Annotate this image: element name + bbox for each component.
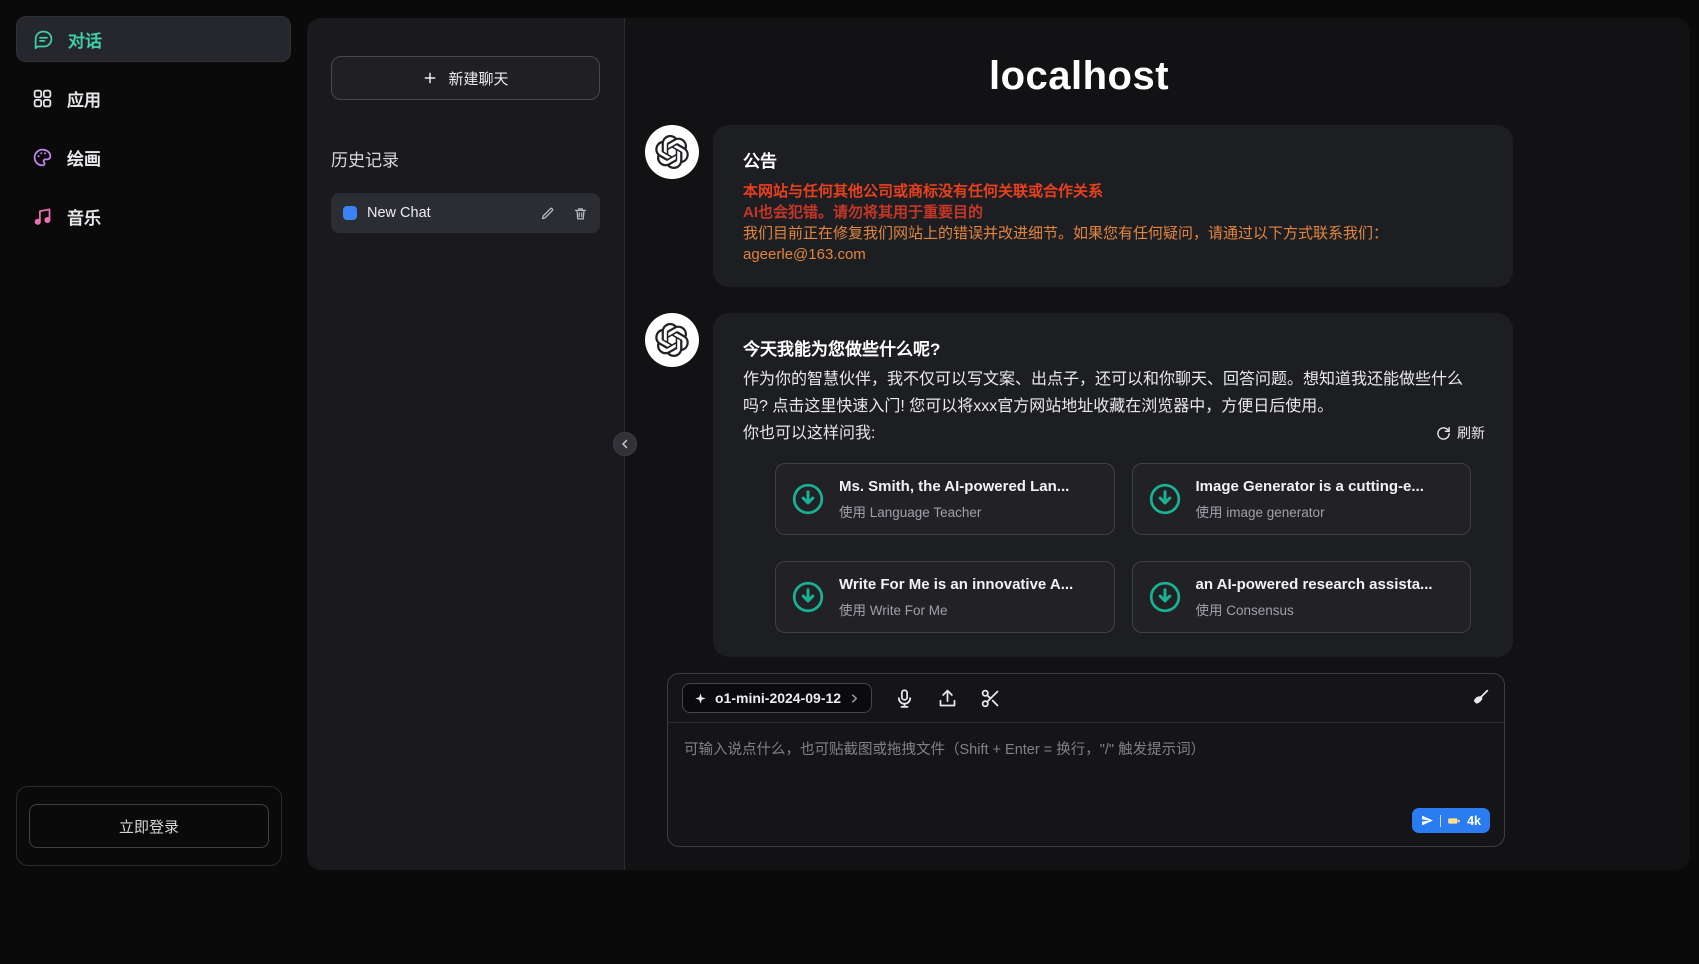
chat-color-chip (343, 206, 357, 220)
chat-history-title: New Chat (367, 205, 530, 221)
welcome-body: 作为你的智慧伙伴，我不仅可以写文案、出点子，还可以和你聊天、回答问题。想知道我还… (743, 366, 1485, 420)
chat-content: localhost 公告 本网站与任何其他公司或商标没有任何关联或合作关系 AI… (645, 54, 1513, 847)
suggestion-card[interactable]: Write For Me is an innovative A... 使用 Wr… (775, 561, 1115, 633)
apps-grid-icon (32, 88, 53, 109)
announcement-line-1: 本网站与任何其他公司或商标没有任何关联或合作关系 (743, 181, 1485, 202)
main-panel: 新建聊天 历史记录 New Chat localhost (307, 18, 1690, 870)
clear-broom-icon[interactable] (1469, 688, 1490, 709)
palette-icon (32, 147, 53, 168)
announcement-heading: 公告 (743, 147, 1485, 172)
send-button[interactable]: 4k (1412, 808, 1490, 833)
page-title: localhost (645, 54, 1513, 99)
composer-panel: o1-mini-2024-09-12 (667, 673, 1505, 847)
history-heading: 历史记录 (331, 146, 600, 171)
ask-hint-text: 你也可以这样问我: (743, 420, 875, 447)
edit-pencil-icon[interactable] (540, 206, 555, 221)
sidebar-item-drawing[interactable]: 绘画 (16, 134, 291, 180)
assistant-avatar (645, 313, 699, 367)
token-battery-icon (1447, 814, 1461, 828)
announcement-message: 公告 本网站与任何其他公司或商标没有任何关联或合作关系 AI也会犯错。请勿将其用… (645, 125, 1513, 287)
suggestion-title: an AI-powered research assista... (1196, 576, 1433, 593)
sidebar-collapse-button[interactable] (613, 432, 637, 456)
send-plane-icon (1421, 814, 1434, 827)
suggestion-grid: Ms. Smith, the AI-powered Lan... 使用 Lang… (775, 463, 1471, 633)
login-button[interactable]: 立即登录 (29, 804, 269, 848)
suggestion-title: Ms. Smith, the AI-powered Lan... (839, 478, 1069, 495)
suggestion-title: Image Generator is a cutting-e... (1196, 478, 1424, 495)
welcome-heading: 今天我能为您做些什么呢? (743, 335, 1485, 360)
sidebar-item-music[interactable]: 音乐 (16, 193, 291, 239)
suggestion-title: Write For Me is an innovative A... (839, 576, 1073, 593)
welcome-card: 今天我能为您做些什么呢? 作为你的智慧伙伴，我不仅可以写文案、出点子，还可以和你… (713, 313, 1513, 657)
chat-input[interactable] (668, 723, 1504, 841)
chevron-left-icon (619, 438, 631, 450)
suggestion-subtitle: 使用 Language Teacher (839, 501, 1069, 521)
welcome-message: 今天我能为您做些什么呢? 作为你的智慧伙伴，我不仅可以写文案、出点子，还可以和你… (645, 313, 1513, 657)
refresh-suggestions-button[interactable]: 刷新 (1436, 420, 1485, 447)
pill-divider (1440, 815, 1442, 827)
refresh-label: 刷新 (1457, 420, 1485, 447)
plus-icon (422, 70, 438, 86)
openai-logo-icon (655, 323, 689, 357)
chat-history-item[interactable]: New Chat (331, 193, 600, 233)
chat-list-panel: 新建聊天 历史记录 New Chat (307, 18, 625, 870)
new-chat-button[interactable]: 新建聊天 (331, 56, 600, 100)
gpt-download-icon (790, 579, 826, 615)
openai-logo-icon (655, 135, 689, 169)
gpt-download-icon (790, 481, 826, 517)
model-selector[interactable]: o1-mini-2024-09-12 (682, 683, 872, 713)
scissors-icon[interactable] (980, 688, 1001, 709)
sidebar-item-label: 绘画 (67, 145, 101, 170)
microphone-icon[interactable] (894, 688, 915, 709)
suggestion-card[interactable]: Ms. Smith, the AI-powered Lan... 使用 Lang… (775, 463, 1115, 535)
refresh-icon (1436, 426, 1451, 441)
announcement-card: 公告 本网站与任何其他公司或商标没有任何关联或合作关系 AI也会犯错。请勿将其用… (713, 125, 1513, 287)
delete-trash-icon[interactable] (573, 206, 588, 221)
chevron-right-icon (849, 693, 860, 704)
suggestion-card[interactable]: Image Generator is a cutting-e... 使用 ima… (1132, 463, 1472, 535)
contact-email-link[interactable]: ageerle@163.com (743, 246, 866, 263)
announcement-line-2: AI也会犯错。请勿将其用于重要目的 (743, 202, 1485, 223)
suggestion-subtitle: 使用 Write For Me (839, 599, 1073, 619)
gpt-download-icon (1147, 481, 1183, 517)
assistant-avatar (645, 125, 699, 179)
new-chat-label: 新建聊天 (448, 68, 508, 89)
chat-area: localhost 公告 本网站与任何其他公司或商标没有任何关联或合作关系 AI… (625, 18, 1690, 870)
suggestion-card[interactable]: an AI-powered research assista... 使用 Con… (1132, 561, 1472, 633)
music-note-icon (32, 206, 53, 227)
sidebar-item-apps[interactable]: 应用 (16, 75, 291, 121)
sidebar-item-label: 对话 (68, 27, 102, 52)
suggestion-subtitle: 使用 Consensus (1196, 599, 1433, 619)
sidebar-item-label: 应用 (67, 86, 101, 111)
gpt-download-icon (1147, 579, 1183, 615)
upload-icon[interactable] (937, 688, 958, 709)
announcement-line-3: 我们目前正在修复我们网站上的错误并改进细节。如果您有任何疑问，请通过以下方式联系… (743, 223, 1485, 244)
chat-bubble-icon (33, 29, 54, 50)
sparkle-icon (694, 692, 707, 705)
composer-toolbar: o1-mini-2024-09-12 (668, 674, 1504, 723)
model-name: o1-mini-2024-09-12 (715, 690, 841, 706)
token-badge: 4k (1467, 814, 1481, 828)
sidebar-item-chat[interactable]: 对话 (16, 16, 291, 62)
suggestion-subtitle: 使用 image generator (1196, 501, 1424, 521)
sidebar-item-label: 音乐 (67, 204, 101, 229)
login-panel: 立即登录 (16, 786, 282, 866)
sidebar: 对话 应用 绘画 (0, 0, 307, 964)
